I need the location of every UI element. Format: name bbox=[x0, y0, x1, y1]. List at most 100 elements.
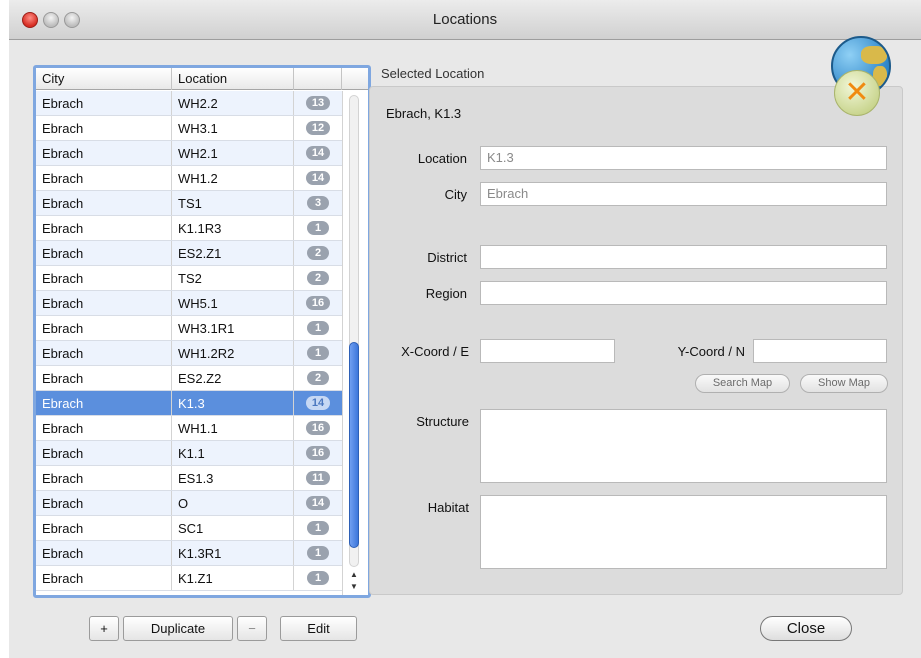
locations-table[interactable]: City Location Ebrach WH2.2 13 Ebrach WH3.1 12… bbox=[33, 65, 371, 598]
cell-city: Ebrach bbox=[36, 91, 172, 115]
selected-location-heading: Ebrach, K1.3 bbox=[386, 106, 462, 121]
cell-city: Ebrach bbox=[36, 266, 172, 290]
count-badge: 13 bbox=[305, 96, 331, 110]
duplicate-button[interactable]: Duplicate bbox=[123, 616, 233, 641]
district-field[interactable] bbox=[480, 245, 887, 269]
cell-city: Ebrach bbox=[36, 141, 172, 165]
title-bar: Locations bbox=[9, 0, 921, 40]
window-title: Locations bbox=[432, 11, 498, 28]
cell-location: WH3.1 bbox=[172, 116, 294, 140]
habitat-textarea[interactable] bbox=[480, 495, 887, 569]
remove-location-button[interactable]: − bbox=[237, 616, 267, 641]
add-location-button[interactable]: + bbox=[89, 616, 119, 641]
cell-count: 2 bbox=[294, 241, 342, 265]
location-field[interactable]: K1.3 bbox=[480, 146, 887, 170]
cell-location: TS2 bbox=[172, 266, 294, 290]
header-corner bbox=[342, 68, 368, 90]
cell-count: 1 bbox=[294, 341, 342, 365]
cell-location: K1.Z1 bbox=[172, 566, 294, 590]
cell-count: 16 bbox=[294, 441, 342, 465]
cell-location: ES1.3 bbox=[172, 466, 294, 490]
table-row[interactable]: Ebrach WH3.1R1 1 bbox=[36, 316, 342, 341]
table-row[interactable]: Ebrach TS2 2 bbox=[36, 266, 342, 291]
delete-x-icon: ✕ bbox=[834, 70, 880, 116]
count-badge: 2 bbox=[307, 371, 329, 385]
x-coord-field[interactable] bbox=[480, 339, 615, 363]
cell-location: ES2.Z2 bbox=[172, 366, 294, 390]
cell-count: 2 bbox=[294, 266, 342, 290]
cell-count: 1 bbox=[294, 516, 342, 540]
table-row[interactable]: Ebrach O 14 bbox=[36, 491, 342, 516]
vertical-scrollbar[interactable]: ▲ ▼ bbox=[342, 91, 368, 595]
structure-textarea[interactable] bbox=[480, 409, 887, 483]
count-badge: 12 bbox=[305, 121, 331, 135]
table-row[interactable]: Ebrach K1.3R1 1 bbox=[36, 541, 342, 566]
cell-location: WH1.2 bbox=[172, 166, 294, 190]
close-button[interactable]: Close bbox=[760, 616, 852, 641]
count-badge: 1 bbox=[307, 221, 329, 235]
table-row[interactable]: Ebrach WH1.2 14 bbox=[36, 166, 342, 191]
column-header-count[interactable] bbox=[294, 68, 342, 90]
cell-city: Ebrach bbox=[36, 216, 172, 240]
cell-city: Ebrach bbox=[36, 541, 172, 565]
table-row[interactable]: Ebrach ES2.Z2 2 bbox=[36, 366, 342, 391]
cell-count: 14 bbox=[294, 141, 342, 165]
column-header-location[interactable]: Location bbox=[172, 68, 294, 90]
table-row[interactable]: Ebrach K1.1R3 1 bbox=[36, 216, 342, 241]
region-field[interactable] bbox=[480, 281, 887, 305]
table-row[interactable]: Ebrach WH2.1 14 bbox=[36, 141, 342, 166]
scroll-up-arrow-icon[interactable]: ▲ bbox=[347, 569, 361, 581]
cell-count: 1 bbox=[294, 566, 342, 590]
count-badge: 2 bbox=[307, 271, 329, 285]
cell-count: 1 bbox=[294, 541, 342, 565]
count-badge: 16 bbox=[305, 446, 331, 460]
cell-count: 13 bbox=[294, 91, 342, 115]
table-row[interactable]: Ebrach WH1.2R2 1 bbox=[36, 341, 342, 366]
count-badge: 1 bbox=[307, 546, 329, 560]
cell-count: 14 bbox=[294, 391, 342, 415]
show-map-button[interactable]: Show Map bbox=[800, 374, 888, 393]
table-body: Ebrach WH2.2 13 Ebrach WH3.1 12 Ebrach WH2.1 14 E… bbox=[36, 91, 342, 591]
table-row[interactable]: Ebrach K1.Z1 1 bbox=[36, 566, 342, 591]
search-map-button[interactable]: Search Map bbox=[695, 374, 790, 393]
habitat-label: Habitat bbox=[427, 500, 469, 515]
table-row[interactable]: Ebrach WH5.1 16 bbox=[36, 291, 342, 316]
count-badge: 2 bbox=[307, 246, 329, 260]
cell-city: Ebrach bbox=[36, 316, 172, 340]
column-header-city[interactable]: City bbox=[36, 68, 172, 90]
table-row[interactable]: Ebrach WH3.1 12 bbox=[36, 116, 342, 141]
scroll-down-arrow-icon[interactable]: ▼ bbox=[347, 581, 361, 593]
table-row[interactable]: Ebrach TS1 3 bbox=[36, 191, 342, 216]
table-row[interactable]: Ebrach SC1 1 bbox=[36, 516, 342, 541]
cell-location: K1.3R1 bbox=[172, 541, 294, 565]
city-field[interactable]: Ebrach bbox=[480, 182, 887, 206]
cell-location: K1.1 bbox=[172, 441, 294, 465]
table-row[interactable]: Ebrach K1.1 16 bbox=[36, 441, 342, 466]
count-badge: 14 bbox=[305, 396, 331, 410]
cell-count: 11 bbox=[294, 466, 342, 490]
cell-location: K1.1R3 bbox=[172, 216, 294, 240]
cell-city: Ebrach bbox=[36, 516, 172, 540]
table-row[interactable]: Ebrach WH2.2 13 bbox=[36, 91, 342, 116]
structure-label: Structure bbox=[416, 414, 469, 429]
scroll-thumb[interactable] bbox=[349, 342, 359, 548]
count-badge: 1 bbox=[307, 346, 329, 360]
cell-count: 1 bbox=[294, 316, 342, 340]
table-row[interactable]: Ebrach WH1.1 16 bbox=[36, 416, 342, 441]
cell-count: 16 bbox=[294, 291, 342, 315]
count-badge: 16 bbox=[305, 421, 331, 435]
table-row[interactable]: Ebrach ES1.3 11 bbox=[36, 466, 342, 491]
table-row[interactable]: Ebrach K1.3 14 bbox=[36, 391, 342, 416]
city-label: City bbox=[444, 187, 467, 202]
table-row[interactable]: Ebrach ES2.Z1 2 bbox=[36, 241, 342, 266]
location-label: Location bbox=[417, 151, 467, 166]
cell-location: WH1.2R2 bbox=[172, 341, 294, 365]
count-badge: 3 bbox=[307, 196, 329, 210]
cell-city: Ebrach bbox=[36, 191, 172, 215]
edit-button[interactable]: Edit bbox=[280, 616, 357, 641]
cell-city: Ebrach bbox=[36, 291, 172, 315]
cell-location: O bbox=[172, 491, 294, 515]
count-badge: 11 bbox=[306, 471, 330, 485]
cell-location: WH1.1 bbox=[172, 416, 294, 440]
y-coord-field[interactable] bbox=[753, 339, 887, 363]
